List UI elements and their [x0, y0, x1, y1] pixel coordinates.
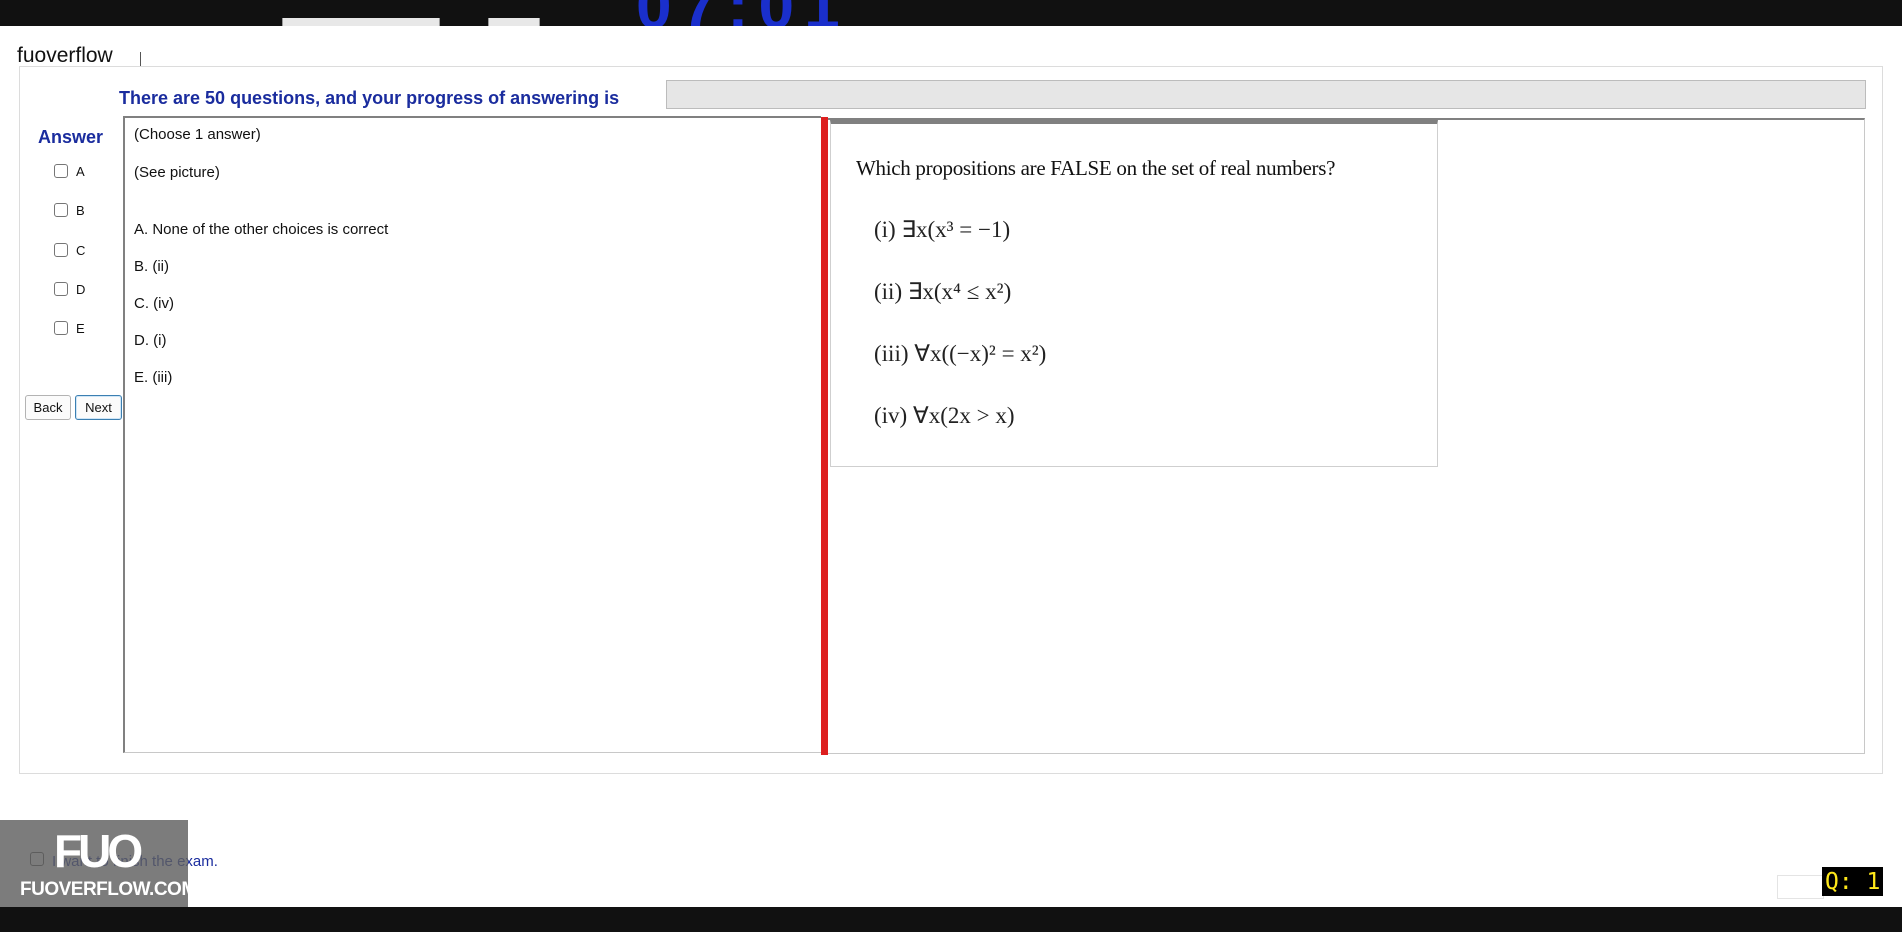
top-field [282, 18, 440, 26]
answer-label: Answer [38, 127, 104, 147]
proposition-iii: (iii) ∀x((−x)² = x²) [874, 341, 1047, 366]
choice-a: A. None of the other choices is correct [134, 221, 389, 238]
proposition-i: (i) ∃x(x³ = −1) [874, 217, 1011, 242]
answer-option-d[interactable]: D [54, 280, 85, 298]
answer-option-a[interactable]: A [54, 162, 85, 180]
option-label-e: E [76, 320, 85, 336]
app-title: fuoverflow [17, 44, 113, 67]
proposition-iv: (iv) ∀x(2x > x) [874, 403, 1015, 428]
option-label-a: A [76, 163, 85, 179]
answer-option-b[interactable]: B [54, 201, 85, 219]
question-panel [123, 116, 821, 753]
proposition-ii: (ii) ∃x(x⁴ ≤ x²) [874, 279, 1012, 304]
answer-option-e[interactable]: E [54, 319, 85, 337]
choice-e: E. (iii) [134, 369, 173, 386]
choice-c: C. (iv) [134, 295, 174, 312]
checkbox-c[interactable] [54, 243, 68, 257]
question-number-field[interactable] [1777, 875, 1824, 899]
progress-bar [666, 80, 1866, 109]
checkbox-b[interactable] [54, 203, 68, 217]
panel-splitter[interactable] [821, 117, 828, 755]
top-field-small [488, 18, 540, 26]
image-heading: Which propositions are FALSE on the set … [856, 156, 1336, 180]
question-instruction: (Choose 1 answer) [134, 126, 261, 143]
answer-option-c[interactable]: C [54, 241, 85, 259]
choice-d: D. (i) [134, 332, 167, 349]
option-label-b: B [76, 202, 85, 218]
choice-b: B. (ii) [134, 258, 169, 275]
checkbox-a[interactable] [54, 164, 68, 178]
bottom-bar [0, 907, 1902, 932]
progress-label: There are 50 questions, and your progres… [119, 88, 620, 108]
logo-text: FUOVERFLOW.COM [20, 879, 197, 900]
logo-mark: FUO [54, 825, 143, 877]
option-label-c: C [76, 242, 86, 258]
back-button[interactable]: Back [25, 395, 71, 420]
next-button[interactable]: Next [75, 395, 122, 420]
question-picture-note: (See picture) [134, 164, 220, 181]
checkbox-d[interactable] [54, 282, 68, 296]
countdown-timer: 07:01 [636, 0, 850, 26]
option-label-d: D [76, 281, 86, 297]
question-number-badge: Q: 1 [1822, 867, 1884, 896]
checkbox-e[interactable] [54, 321, 68, 335]
top-bar: 07:01 [0, 0, 1902, 26]
